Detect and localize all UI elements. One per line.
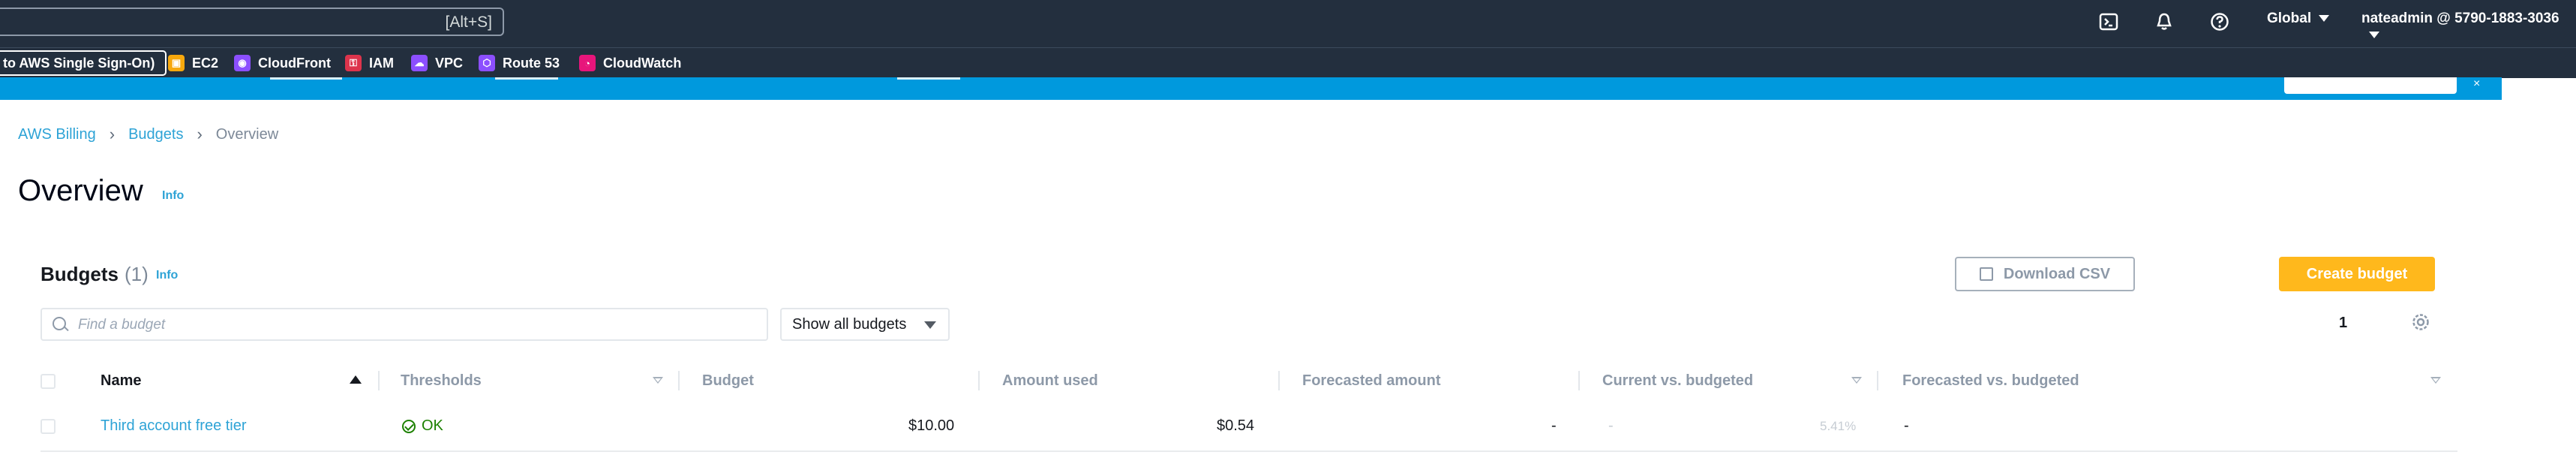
chevron-down-icon [2319, 15, 2330, 23]
cloudshell-icon[interactable] [2096, 9, 2121, 35]
download-icon [1979, 267, 1993, 281]
create-budget-label: Create budget [2306, 265, 2408, 282]
sort-icon[interactable] [653, 377, 663, 384]
favorite-iam[interactable]: ⚿ IAM [345, 53, 394, 74]
banner-text-fragment [495, 77, 558, 80]
status-ok-icon [402, 419, 416, 433]
favorite-label: EC2 [192, 55, 219, 71]
budgets-table-header: Name Thresholds Budget Amount used Forec… [41, 365, 2441, 398]
download-csv-label: Download CSV [2003, 265, 2111, 282]
route53-icon: ⬡ [479, 55, 495, 71]
iam-icon: ⚿ [345, 55, 362, 71]
budgets-heading: Budgets (1) [41, 263, 149, 286]
sort-icon[interactable] [2430, 377, 2441, 384]
breadcrumb: AWS Billing › Budgets › Overview [18, 125, 278, 144]
download-csv-button[interactable]: Download CSV [1955, 257, 2135, 291]
forecasted-amount: - [1551, 417, 1557, 434]
budget-name-link[interactable]: Third account free tier [101, 417, 247, 435]
breadcrumb-overview: Overview [215, 125, 279, 143]
favorite-label: VPC [435, 55, 464, 71]
create-budget-button[interactable]: Create budget [2279, 257, 2435, 291]
chevron-down-icon [2369, 32, 2379, 39]
threshold-status: OK [402, 417, 443, 435]
current-vs-budgeted-percent: 5.41% [1820, 419, 1857, 433]
favorite-label: Route 53 [503, 55, 560, 71]
search-shortcut: [Alt+S] [445, 14, 492, 31]
budgets-title: Budgets [41, 263, 119, 285]
budget-filter-select[interactable]: Show all budgets [780, 308, 950, 341]
banner-text-fragment [270, 77, 342, 80]
vpc-icon: ☁ [411, 55, 428, 71]
column-divider[interactable] [1877, 371, 1878, 390]
budget-filter-value: Show all budgets [792, 315, 907, 333]
column-header-thresholds[interactable]: Thresholds [401, 372, 482, 390]
table-settings-gear-icon[interactable] [2409, 311, 2432, 333]
notification-banner: × [0, 77, 2502, 100]
forecasted-vs-budgeted: - [1904, 417, 1909, 434]
favorite-label: CloudFront [258, 55, 331, 71]
pagination-page-number[interactable]: 1 [2339, 315, 2347, 332]
column-divider[interactable] [678, 371, 680, 390]
select-all-checkbox[interactable] [41, 374, 56, 389]
column-header-name[interactable]: Name [101, 372, 141, 390]
chevron-right-icon: › [197, 125, 203, 143]
notifications-icon[interactable] [2151, 9, 2177, 35]
current-vs-budgeted-bar: - [1608, 417, 1614, 434]
account-menu[interactable]: nateadmin @ 5790-1883-3036 [2361, 11, 2576, 44]
column-header-budget[interactable]: Budget [702, 372, 754, 390]
column-divider[interactable] [1578, 371, 1580, 390]
sort-icon[interactable] [1851, 377, 1862, 384]
favorite-label: IAM [369, 55, 394, 71]
sort-ascending-icon[interactable] [350, 375, 362, 384]
breadcrumb-budgets[interactable]: Budgets [128, 126, 183, 143]
favorite-ec2[interactable]: ▣ EC2 [168, 53, 218, 74]
budgets-count: (1) [125, 263, 149, 285]
budget-amount: $10.00 [908, 417, 955, 434]
page-title: Overview [18, 174, 143, 207]
table-row: Third account free tier OK $10.00 $0.54 … [41, 405, 2457, 452]
ec2-icon: ▣ [168, 55, 185, 71]
favorite-cloudfront[interactable]: ◉ CloudFront [234, 53, 331, 74]
region-selector[interactable]: Global [2267, 11, 2330, 27]
cloudwatch-icon: ◔ [579, 55, 596, 71]
column-divider[interactable] [378, 371, 380, 390]
favorite-vpc[interactable]: ☁ VPC [411, 53, 463, 74]
budget-search-input[interactable] [77, 312, 755, 338]
top-navigation: [Alt+S] Global nateadmin @ 5790-1883-303… [0, 0, 2576, 47]
column-header-current-vs-budgeted[interactable]: Current vs. budgeted [1602, 372, 1753, 390]
breadcrumb-aws-billing[interactable]: AWS Billing [18, 126, 96, 143]
budgets-info-link[interactable]: Info [156, 269, 178, 282]
help-icon[interactable] [2207, 9, 2232, 35]
favorites-bar: to AWS Single Sign-On) ▣ EC2 ◉ CloudFron… [0, 47, 2576, 78]
cloudfront-icon: ◉ [234, 55, 251, 71]
banner-action-box[interactable] [2284, 77, 2457, 94]
account-label: nateadmin @ 5790-1883-3036 [2361, 11, 2559, 26]
row-checkbox[interactable] [41, 419, 56, 434]
close-icon[interactable]: × [2473, 77, 2485, 90]
caret-down-icon [924, 321, 936, 329]
column-header-forecasted-amount[interactable]: Forecasted amount [1302, 372, 1440, 390]
column-divider[interactable] [1278, 371, 1280, 390]
chevron-right-icon: › [109, 125, 116, 143]
column-header-amount-used[interactable]: Amount used [1002, 372, 1098, 390]
page-info-link[interactable]: Info [162, 189, 184, 203]
column-divider[interactable] [978, 371, 980, 390]
threshold-status-label: OK [422, 417, 443, 434]
service-search-box[interactable]: [Alt+S] [0, 8, 504, 36]
favorite-sso-label: to AWS Single Sign-On) [3, 55, 155, 71]
favorite-cloudwatch[interactable]: ◔ CloudWatch [579, 53, 681, 74]
search-icon [53, 317, 66, 330]
favorite-label: CloudWatch [603, 55, 682, 71]
banner-text-fragment [897, 77, 960, 80]
favorite-route53[interactable]: ⬡ Route 53 [479, 53, 560, 74]
column-header-forecasted-vs-budgeted[interactable]: Forecasted vs. budgeted [1902, 372, 2079, 390]
budget-search-field[interactable] [41, 308, 768, 341]
region-label: Global [2267, 11, 2312, 26]
favorite-sso[interactable]: to AWS Single Sign-On) [0, 50, 167, 76]
amount-used: $0.54 [1217, 417, 1255, 434]
